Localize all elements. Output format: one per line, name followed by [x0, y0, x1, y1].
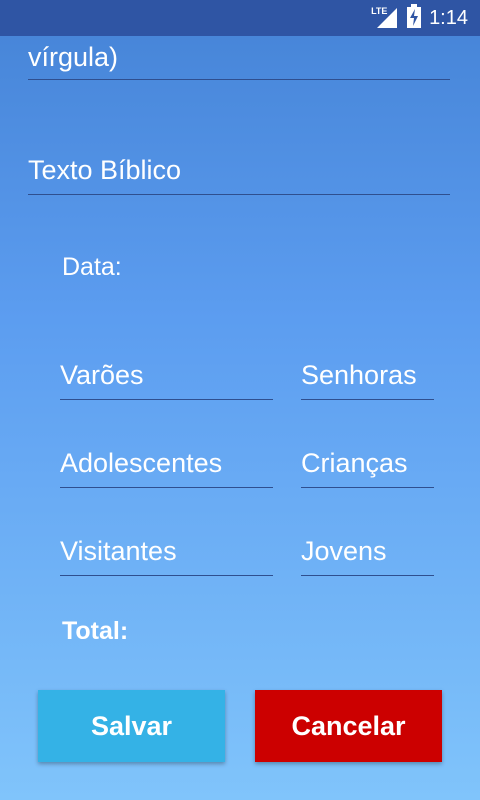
- bible-text-input[interactable]: Texto Bíblico: [28, 120, 450, 195]
- men-count-input[interactable]: Varões: [60, 350, 273, 400]
- children-count-hint: Crianças: [301, 448, 408, 478]
- clock: 1:14: [429, 6, 468, 29]
- women-count-hint: Senhoras: [301, 360, 417, 390]
- total-label: Total:: [62, 617, 129, 645]
- status-icons: LTE 1:14: [371, 0, 468, 36]
- children-count-input[interactable]: Crianças: [301, 438, 434, 488]
- signal-icon: LTE: [371, 6, 399, 30]
- save-button[interactable]: Salvar: [38, 690, 225, 762]
- tags-field-text: vírgula): [28, 42, 119, 72]
- teens-count-hint: Adolescentes: [60, 448, 223, 478]
- youth-count-input[interactable]: Jovens: [301, 526, 434, 576]
- bible-text-hint: Texto Bíblico: [28, 155, 182, 185]
- status-bar: LTE 1:14: [0, 0, 480, 36]
- teens-count-input[interactable]: Adolescentes: [60, 438, 273, 488]
- battery-charging-icon: [407, 3, 422, 33]
- women-count-input[interactable]: Senhoras: [301, 350, 434, 400]
- date-label: Data:: [62, 253, 122, 281]
- men-count-hint: Varões: [60, 360, 144, 390]
- tags-field[interactable]: vírgula): [28, 36, 450, 80]
- cancel-button[interactable]: Cancelar: [255, 690, 442, 762]
- visitors-count-hint: Visitantes: [60, 536, 177, 566]
- visitors-count-input[interactable]: Visitantes: [60, 526, 273, 576]
- youth-count-hint: Jovens: [301, 536, 387, 566]
